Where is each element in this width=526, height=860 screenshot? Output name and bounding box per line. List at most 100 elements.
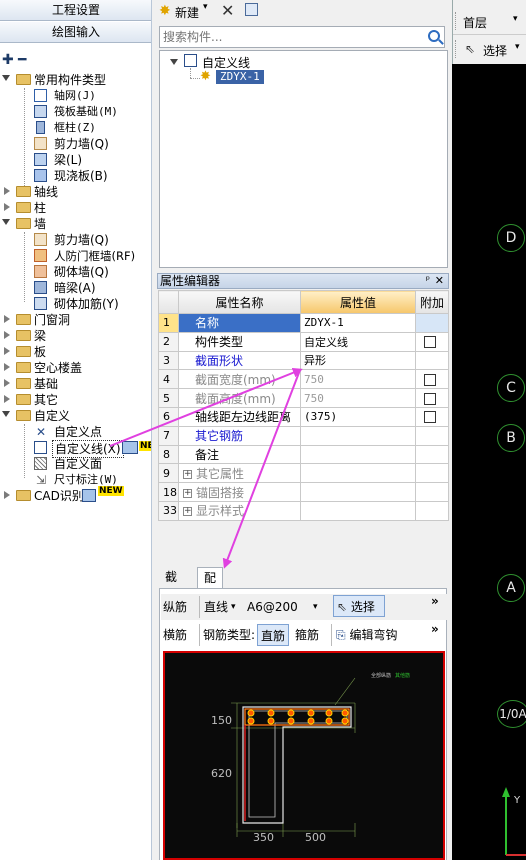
property-value[interactable]: [300, 444, 416, 465]
property-value[interactable]: [300, 500, 416, 521]
stirrup-button[interactable]: 箍筋: [295, 624, 319, 646]
expand-caret-icon[interactable]: [2, 75, 10, 81]
collapsed-caret-icon[interactable]: [4, 395, 10, 403]
property-row[interactable]: 33 + 显示样式: [158, 500, 449, 521]
rebar-table-icon[interactable]: [82, 489, 96, 502]
cursor-icon: ⇖: [337, 600, 348, 614]
search-box: [159, 26, 445, 48]
more-icon[interactable]: »: [431, 590, 439, 612]
new-button[interactable]: 新建: [175, 4, 199, 21]
search-icon[interactable]: [428, 30, 440, 42]
property-value[interactable]: 自定义线: [300, 331, 416, 352]
collapsed-caret-icon[interactable]: [4, 347, 10, 355]
property-value[interactable]: [300, 482, 416, 502]
property-row[interactable]: 4 截面宽度(mm) 750: [158, 369, 449, 390]
property-value[interactable]: 750: [300, 369, 416, 390]
close-icon[interactable]: ✕: [435, 274, 444, 288]
tree-label: 剪力墙(Q): [54, 137, 109, 151]
project-settings-header[interactable]: 工程设置: [0, 0, 151, 21]
property-value[interactable]: [300, 425, 416, 446]
tab-rebar[interactable]: 配筋: [197, 567, 224, 605]
collapsed-caret-icon[interactable]: [4, 331, 10, 339]
property-row[interactable]: 2 构件类型 自定义线: [158, 331, 449, 352]
edit-hook-button[interactable]: ⎘ 编辑弯钩: [331, 624, 397, 646]
tree-label: 轴网(J): [54, 89, 96, 102]
dim-bottom-right-text: 500: [305, 831, 326, 844]
collapsed-caret-icon[interactable]: [4, 379, 10, 387]
transverse-rebar-button[interactable]: 横筋: [163, 624, 187, 646]
tree-folder-common[interactable]: 常用构件类型: [0, 72, 151, 88]
tree-item-custom-line[interactable]: 自定义线(X) NE: [0, 440, 151, 458]
collapsed-caret-icon[interactable]: [4, 363, 10, 371]
attach-checkbox[interactable]: [424, 373, 436, 386]
floor-select[interactable]: 首层: [463, 14, 487, 31]
custom-line-icon: [184, 54, 197, 67]
line-type-select[interactable]: 直线: [199, 596, 228, 618]
collapsed-caret-icon[interactable]: [4, 315, 10, 323]
door-frame-wall-icon: [34, 249, 47, 262]
pin-icon[interactable]: ᵖ: [426, 274, 430, 288]
property-value[interactable]: (375): [300, 406, 416, 427]
collapse-all-icon[interactable]: ━: [18, 52, 26, 68]
cad-drawing-area[interactable]: 首层 ▾ ⇖ 选择 ▾ D C B A 1/0A Y: [452, 0, 526, 860]
row-number: 1: [158, 313, 179, 333]
property-row[interactable]: 7 其它钢筋: [158, 425, 449, 446]
chevron-down-icon[interactable]: ▾: [203, 2, 208, 12]
component-item-selected[interactable]: ZDYX-1: [216, 70, 264, 84]
tree-label: 空心楼盖: [34, 361, 83, 375]
select-label: 选择: [350, 600, 375, 614]
rebar-spec-select[interactable]: A6@200: [247, 596, 298, 618]
more-icon[interactable]: »: [431, 618, 439, 640]
select-button[interactable]: 选择: [483, 42, 507, 59]
copy-icon[interactable]: [245, 3, 258, 16]
tree-folder-cad-recognition[interactable]: CAD识别 NEW: [0, 486, 151, 504]
collapsed-caret-icon[interactable]: [4, 203, 10, 211]
masonry-wall-icon: [34, 265, 47, 278]
chevron-down-icon[interactable]: ▾: [231, 596, 236, 618]
tree-label: 砌体加筋(Y): [54, 297, 119, 311]
select-button[interactable]: ⇖ 选择: [333, 595, 385, 617]
property-row[interactable]: 6 轴线距左边线距离 (375): [158, 406, 449, 427]
collapsed-caret-icon[interactable]: [4, 187, 10, 195]
expand-caret-icon[interactable]: [2, 219, 10, 225]
longitudinal-rebar-button[interactable]: 纵筋: [163, 596, 187, 618]
collapsed-caret-icon[interactable]: [4, 491, 10, 499]
property-value[interactable]: 750: [300, 388, 416, 408]
expand-caret-icon[interactable]: [2, 411, 10, 417]
property-row[interactable]: 5 截面高度(mm) 750: [158, 388, 449, 408]
tab-section[interactable]: 截面: [159, 567, 183, 604]
property-value[interactable]: ZDYX-1: [300, 313, 416, 333]
property-extra: [415, 500, 449, 521]
expand-plus-icon[interactable]: +: [183, 507, 192, 517]
chevron-down-icon[interactable]: ▾: [513, 14, 518, 24]
attach-checkbox[interactable]: [424, 392, 436, 405]
search-input[interactable]: [160, 27, 420, 47]
chevron-down-icon[interactable]: ▾: [515, 42, 520, 52]
straight-rebar-button[interactable]: 直筋: [257, 624, 290, 646]
expand-plus-icon[interactable]: +: [183, 488, 192, 498]
property-row[interactable]: 9 + 其它属性: [158, 463, 449, 484]
row-number: 7: [158, 425, 179, 446]
property-row[interactable]: 1 名称 ZDYX-1: [158, 313, 449, 333]
expand-all-icon[interactable]: ✚: [2, 52, 14, 68]
tree-label: 基础: [34, 377, 59, 391]
property-row[interactable]: 18 + 锚固搭接: [158, 482, 449, 502]
section-preview-canvas[interactable]: 150 620 350 500 全部纵筋 其他筋: [163, 651, 445, 860]
attach-checkbox[interactable]: [424, 336, 436, 349]
expand-plus-icon[interactable]: +: [183, 469, 192, 479]
drawing-input-header[interactable]: 绘图输入: [0, 22, 151, 43]
property-value[interactable]: 异形: [300, 350, 416, 371]
folder-open-icon: [16, 218, 31, 229]
tree-label: 常用构件类型: [34, 73, 107, 87]
chevron-down-icon[interactable]: ▾: [313, 596, 318, 618]
rebar-table-icon[interactable]: [122, 441, 138, 454]
tree-label: 现浇板(B): [54, 169, 108, 183]
attach-checkbox[interactable]: [424, 411, 436, 424]
delete-icon[interactable]: ✕: [221, 1, 234, 20]
property-row[interactable]: 8 备注: [158, 444, 449, 465]
property-name-text: 其它属性: [196, 466, 245, 481]
property-row[interactable]: 3 截面形状 异形: [158, 350, 449, 371]
expand-caret-icon[interactable]: [170, 59, 178, 65]
section-drawing: 150 620 350 500 全部纵筋 其他筋: [211, 672, 410, 844]
property-value[interactable]: [300, 463, 416, 484]
